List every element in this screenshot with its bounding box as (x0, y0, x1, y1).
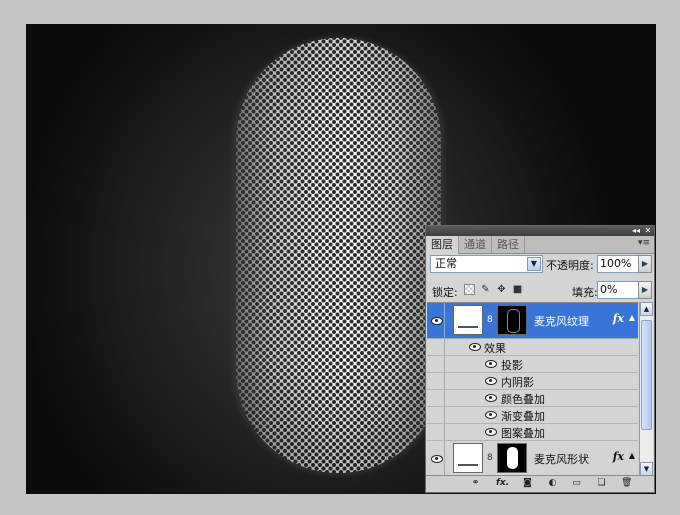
visibility-toggle[interactable] (427, 373, 445, 389)
scroll-down-icon[interactable]: ▼ (640, 462, 653, 476)
panel-bottom-toolbar: ⚭ fx. ◙ ◐ ▭ ❏ 🗑 (426, 475, 654, 492)
trash-icon[interactable]: 🗑 (621, 478, 632, 489)
chain-link-icon[interactable]: 8 (487, 453, 493, 463)
close-icon[interactable]: ✕ (643, 226, 653, 236)
lock-label: 锁定: (432, 286, 458, 299)
expand-effects-icon[interactable]: ▲ (629, 313, 635, 322)
adjustment-icon[interactable]: ◐ (547, 478, 558, 489)
opacity-label: 不透明度: (546, 259, 594, 272)
layers-list: 8 麦克风纹理 fx ▲ 效果 投影 内阴影 颜色叠加 渐变叠加 图案叠加 8 … (427, 302, 638, 477)
effect-name: 投影 (501, 359, 523, 372)
layer-mask-thumbnail[interactable] (497, 305, 527, 335)
tab-paths[interactable]: 路径 (492, 236, 525, 253)
scroll-up-icon[interactable]: ▲ (640, 302, 653, 316)
lock-position-icon[interactable]: ✥ (496, 284, 507, 295)
layer-mask-thumbnail[interactable] (497, 443, 527, 473)
eye-icon[interactable] (485, 360, 497, 368)
layer-row-mic-shape[interactable]: 8 麦克风形状 fx ▲ (427, 441, 638, 477)
visibility-toggle[interactable] (427, 441, 445, 476)
tab-channels[interactable]: 通道 (459, 236, 492, 253)
effect-row-inner-shadow[interactable]: 内阴影 (427, 373, 638, 390)
effect-row-pattern-overlay[interactable]: 图案叠加 (427, 424, 638, 441)
effect-name: 渐变叠加 (501, 410, 545, 423)
opacity-field[interactable]: 100% (597, 255, 641, 273)
mask-shape (507, 309, 520, 333)
visibility-toggle[interactable] (427, 407, 445, 423)
chevron-down-icon[interactable]: ▼ (527, 257, 541, 271)
thumbnail-line (458, 326, 478, 328)
collapse-icon[interactable]: ◂◂ (631, 226, 641, 236)
lock-pixels-icon[interactable]: ✎ (480, 284, 491, 295)
layers-panel: ◂◂ ✕ 图层 通道 路径 ▾≡ 正常 ▼ 不透明度: 100% ▶ 锁定: ✎… (425, 225, 655, 493)
panel-tabs: 图层 通道 路径 ▾≡ (426, 236, 654, 254)
panel-menu-icon[interactable]: ▾≡ (638, 238, 650, 248)
layer-name[interactable]: 麦克风纹理 (534, 313, 589, 329)
visibility-toggle[interactable] (427, 424, 445, 440)
fx-icon[interactable]: fx (613, 450, 624, 463)
layer-thumbnail[interactable] (453, 305, 483, 335)
effect-name: 图案叠加 (501, 427, 545, 440)
microphone-grille-image (236, 38, 441, 473)
mask-icon[interactable]: ◙ (522, 478, 533, 489)
effect-row-drop-shadow[interactable]: 投影 (427, 356, 638, 373)
blend-mode-select[interactable]: 正常 ▼ (430, 255, 543, 273)
lock-all-icon[interactable]: ■ (512, 284, 523, 295)
fill-label: 填充: (572, 286, 598, 299)
layer-row-mic-texture[interactable]: 8 麦克风纹理 fx ▲ (427, 303, 638, 339)
tab-layers[interactable]: 图层 (426, 236, 459, 254)
eye-icon[interactable] (485, 394, 497, 402)
layer-thumbnail[interactable] (453, 443, 483, 473)
visibility-toggle[interactable] (427, 303, 445, 338)
eye-icon[interactable] (485, 377, 497, 385)
panel-titlebar[interactable]: ◂◂ ✕ (426, 226, 654, 236)
effect-name: 颜色叠加 (501, 393, 545, 406)
folder-icon[interactable]: ▭ (571, 478, 582, 489)
scroll-thumb[interactable] (641, 320, 652, 430)
layer-name[interactable]: 麦克风形状 (534, 451, 589, 467)
layers-scrollbar[interactable]: ▲ ▼ (639, 302, 653, 476)
eye-icon[interactable] (485, 411, 497, 419)
mask-shape (507, 447, 518, 469)
eye-icon (431, 455, 443, 463)
effects-header-row[interactable]: 效果 (427, 339, 638, 356)
microphone-shading (236, 38, 441, 473)
eye-icon (431, 317, 443, 325)
lock-transparency-icon[interactable] (464, 284, 475, 295)
add-style-fx-icon[interactable]: fx. (496, 478, 509, 489)
effects-label: 效果 (484, 342, 506, 355)
eye-icon[interactable] (485, 428, 497, 436)
blend-mode-value: 正常 (435, 257, 457, 270)
visibility-toggle[interactable] (427, 356, 445, 372)
fill-field[interactable]: 0% (597, 281, 641, 299)
opacity-slider-button[interactable]: ▶ (638, 255, 652, 273)
effect-row-color-overlay[interactable]: 颜色叠加 (427, 390, 638, 407)
thumbnail-line (458, 464, 478, 466)
visibility-toggle[interactable] (427, 339, 445, 355)
new-layer-icon[interactable]: ❏ (596, 478, 607, 489)
effect-name: 内阴影 (501, 376, 534, 389)
visibility-toggle[interactable] (427, 390, 445, 406)
link-icon[interactable]: ⚭ (470, 478, 481, 489)
chain-link-icon[interactable]: 8 (487, 315, 493, 325)
effect-row-gradient-overlay[interactable]: 渐变叠加 (427, 407, 638, 424)
eye-icon[interactable] (469, 343, 481, 351)
fill-slider-button[interactable]: ▶ (638, 281, 652, 299)
lock-row: 锁定: ✎ ✥ ■ 填充: 0% ▶ (430, 281, 652, 301)
expand-effects-icon[interactable]: ▲ (629, 451, 635, 460)
blend-row: 正常 ▼ 不透明度: 100% ▶ (430, 255, 652, 275)
fx-icon[interactable]: fx (613, 312, 624, 325)
